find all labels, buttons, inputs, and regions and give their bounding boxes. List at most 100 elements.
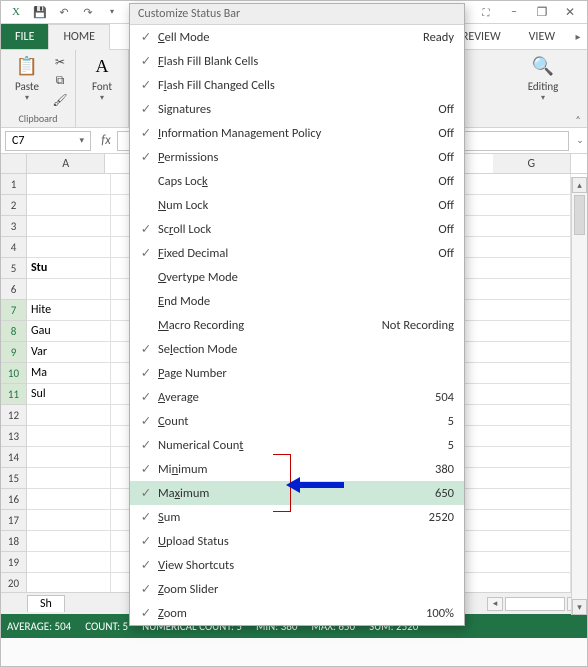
menu-item[interactable]: ✓Information Management PolicyOff <box>130 121 464 145</box>
row-header[interactable]: 9 <box>1 342 27 363</box>
cell[interactable]: Sul <box>27 384 111 405</box>
save-icon[interactable]: 💾 <box>31 3 49 21</box>
cell[interactable] <box>27 468 111 489</box>
menu-item[interactable]: ✓Selection Mode <box>130 337 464 361</box>
tab-file[interactable]: FILE <box>1 24 48 49</box>
cell[interactable] <box>27 552 111 573</box>
row-header[interactable]: 19 <box>1 552 27 573</box>
menu-item[interactable]: ✓Sum2520 <box>130 505 464 529</box>
menu-item[interactable]: ✓View Shortcuts <box>130 553 464 577</box>
scroll-down-icon[interactable]: ▾ <box>572 599 587 615</box>
row-header[interactable]: 14 <box>1 447 27 468</box>
minimize-icon[interactable]: – <box>501 3 527 21</box>
cell[interactable] <box>487 195 571 216</box>
cell[interactable] <box>27 216 111 237</box>
cell[interactable]: Ma <box>27 363 111 384</box>
row-header[interactable]: 10 <box>1 363 27 384</box>
vertical-scrollbar[interactable]: ▴ ▾ <box>571 177 587 615</box>
redo-icon[interactable]: ↷ <box>79 3 97 21</box>
menu-item[interactable]: ✓Zoom100% <box>130 601 464 625</box>
font-button[interactable]: A Font ▾ <box>82 52 122 103</box>
select-all-corner[interactable] <box>1 154 27 173</box>
cell[interactable] <box>487 489 571 510</box>
name-box[interactable]: C7 ▾ <box>5 131 91 151</box>
cell[interactable] <box>487 363 571 384</box>
menu-item[interactable]: ✓Cell ModeReady <box>130 25 464 49</box>
scroll-thumb[interactable] <box>574 195 585 235</box>
menu-item[interactable]: ✓Scroll LockOff <box>130 217 464 241</box>
cell[interactable] <box>27 174 111 195</box>
menu-item[interactable]: ✓Average504 <box>130 385 464 409</box>
scroll-track[interactable] <box>505 597 565 611</box>
menu-item[interactable]: ✓Upload Status <box>130 529 464 553</box>
cell[interactable] <box>487 552 571 573</box>
menu-item[interactable]: ✓Flash Fill Changed Cells <box>130 73 464 97</box>
column-header[interactable]: A <box>27 154 105 173</box>
menu-item[interactable]: Macro RecordingNot Recording <box>130 313 464 337</box>
cell[interactable] <box>27 426 111 447</box>
cell[interactable] <box>487 426 571 447</box>
tab-view[interactable]: VIEW <box>515 24 569 49</box>
row-header[interactable]: 17 <box>1 510 27 531</box>
row-header[interactable]: 20 <box>1 573 27 594</box>
cell[interactable] <box>487 279 571 300</box>
cell[interactable] <box>27 489 111 510</box>
undo-icon[interactable]: ↶ <box>55 3 73 21</box>
row-header[interactable]: 3 <box>1 216 27 237</box>
qat-customize-icon[interactable]: ▾ <box>103 3 121 21</box>
row-header[interactable]: 15 <box>1 468 27 489</box>
row-header[interactable]: 12 <box>1 405 27 426</box>
tab-home[interactable]: HOME <box>48 24 110 50</box>
scroll-left-icon[interactable]: ◂ <box>487 597 503 611</box>
cell[interactable] <box>27 531 111 552</box>
menu-item[interactable]: Caps LockOff <box>130 169 464 193</box>
menu-item[interactable]: Overtype Mode <box>130 265 464 289</box>
format-painter-icon[interactable]: 🖌 <box>51 92 69 108</box>
row-header[interactable]: 7 <box>1 300 27 321</box>
row-header[interactable]: 18 <box>1 531 27 552</box>
menu-item[interactable]: ✓Minimum380 <box>130 457 464 481</box>
menu-item[interactable]: Num LockOff <box>130 193 464 217</box>
menu-item[interactable]: ✓Flash Fill Blank Cells <box>130 49 464 73</box>
cut-icon[interactable]: ✂ <box>51 54 69 70</box>
cell[interactable] <box>487 405 571 426</box>
cell[interactable] <box>487 447 571 468</box>
ribbon-scroll-icon[interactable]: ▸ <box>569 24 587 49</box>
cell[interactable] <box>487 510 571 531</box>
cell[interactable] <box>27 573 111 594</box>
cell[interactable] <box>27 405 111 426</box>
row-header[interactable]: 11 <box>1 384 27 405</box>
cell[interactable] <box>27 447 111 468</box>
restore-icon[interactable]: ❐ <box>529 3 555 21</box>
find-button[interactable]: 🔍 Editing ▾ <box>523 52 563 103</box>
menu-item[interactable]: ✓PermissionsOff <box>130 145 464 169</box>
cell[interactable] <box>487 216 571 237</box>
row-header[interactable]: 2 <box>1 195 27 216</box>
close-icon[interactable]: ✕ <box>557 3 583 21</box>
column-header[interactable]: G <box>493 154 571 173</box>
cell[interactable]: Var <box>27 342 111 363</box>
row-header[interactable]: 5 <box>1 258 27 279</box>
row-header[interactable]: 16 <box>1 489 27 510</box>
chevron-down-icon[interactable]: ▾ <box>79 135 84 146</box>
cell[interactable] <box>487 384 571 405</box>
cell[interactable] <box>27 510 111 531</box>
cell[interactable]: Hite <box>27 300 111 321</box>
menu-item[interactable]: End Mode <box>130 289 464 313</box>
row-header[interactable]: 6 <box>1 279 27 300</box>
cell[interactable] <box>27 195 111 216</box>
row-header[interactable]: 8 <box>1 321 27 342</box>
row-header[interactable]: 13 <box>1 426 27 447</box>
cell[interactable] <box>27 237 111 258</box>
menu-item[interactable]: ✓Zoom Slider <box>130 577 464 601</box>
cell[interactable] <box>487 321 571 342</box>
ribbon-display-icon[interactable]: ⛶ <box>473 3 499 21</box>
cell[interactable] <box>487 573 571 594</box>
fx-icon[interactable]: fx <box>95 133 117 148</box>
cell[interactable] <box>487 468 571 489</box>
cell[interactable]: Stu <box>27 258 111 279</box>
scroll-up-icon[interactable]: ▴ <box>572 177 587 193</box>
cell[interactable] <box>487 531 571 552</box>
menu-item[interactable]: ✓SignaturesOff <box>130 97 464 121</box>
cell[interactable] <box>487 237 571 258</box>
